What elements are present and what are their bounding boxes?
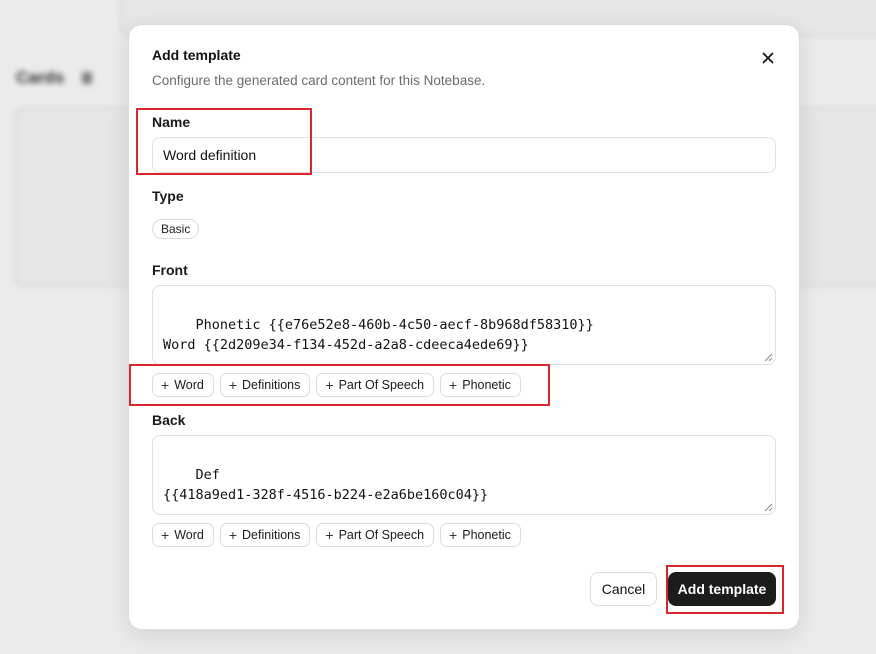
resize-grip-icon[interactable] bbox=[764, 353, 773, 362]
resize-grip-icon[interactable] bbox=[764, 503, 773, 512]
back-chip-phonetic[interactable]: + Phonetic bbox=[440, 523, 521, 547]
back-textarea[interactable]: Def {{418a9ed1-328f-4516-b224-e2a6be160c… bbox=[152, 435, 776, 515]
front-chip-part-of-speech[interactable]: + Part Of Speech bbox=[316, 373, 435, 397]
plus-icon: + bbox=[449, 527, 458, 543]
add-template-button[interactable]: Add template bbox=[668, 572, 776, 606]
front-textarea[interactable]: Phonetic {{e76e52e8-460b-4c50-aecf-8b968… bbox=[152, 285, 776, 365]
dialog-title: Add template bbox=[152, 47, 241, 63]
close-button[interactable] bbox=[757, 47, 779, 69]
plus-icon: + bbox=[161, 527, 170, 543]
name-input[interactable]: Word definition bbox=[152, 137, 776, 173]
front-chip-phonetic[interactable]: + Phonetic bbox=[440, 373, 521, 397]
front-chip-definitions[interactable]: + Definitions bbox=[219, 373, 311, 397]
close-icon bbox=[762, 52, 774, 64]
back-chip-word[interactable]: + Word bbox=[152, 523, 214, 547]
plus-icon: + bbox=[449, 377, 458, 393]
back-label: Back bbox=[152, 412, 186, 428]
plus-icon: + bbox=[325, 527, 334, 543]
name-label: Name bbox=[152, 114, 191, 130]
back-chip-definitions[interactable]: + Definitions bbox=[219, 523, 311, 547]
back-textarea-value: Def {{418a9ed1-328f-4516-b224-e2a6be160c… bbox=[163, 467, 489, 503]
plus-icon: + bbox=[161, 377, 170, 393]
type-badge[interactable]: Basic bbox=[152, 219, 200, 239]
add-template-dialog: Add template Configure the generated car… bbox=[128, 24, 800, 630]
plus-icon: + bbox=[228, 527, 238, 543]
name-input-value: Word definition bbox=[163, 147, 257, 163]
front-chip-word[interactable]: + Word bbox=[152, 373, 214, 397]
plus-icon: + bbox=[228, 377, 238, 393]
dialog-description: Configure the generated card content for… bbox=[152, 73, 486, 88]
cancel-button[interactable]: Cancel bbox=[590, 572, 657, 606]
plus-icon: + bbox=[325, 377, 334, 393]
back-chip-part-of-speech[interactable]: + Part Of Speech bbox=[316, 523, 435, 547]
front-field-chips: + Word + Definitions + Part Of Speech + Phon… bbox=[152, 373, 521, 397]
front-textarea-value: Phonetic {{e76e52e8-460b-4c50-aecf-8b968… bbox=[163, 317, 594, 353]
type-label: Type bbox=[152, 188, 184, 204]
front-label: Front bbox=[152, 262, 188, 278]
back-field-chips: + Word + Definitions + Part Of Speech + Phon… bbox=[152, 523, 521, 547]
